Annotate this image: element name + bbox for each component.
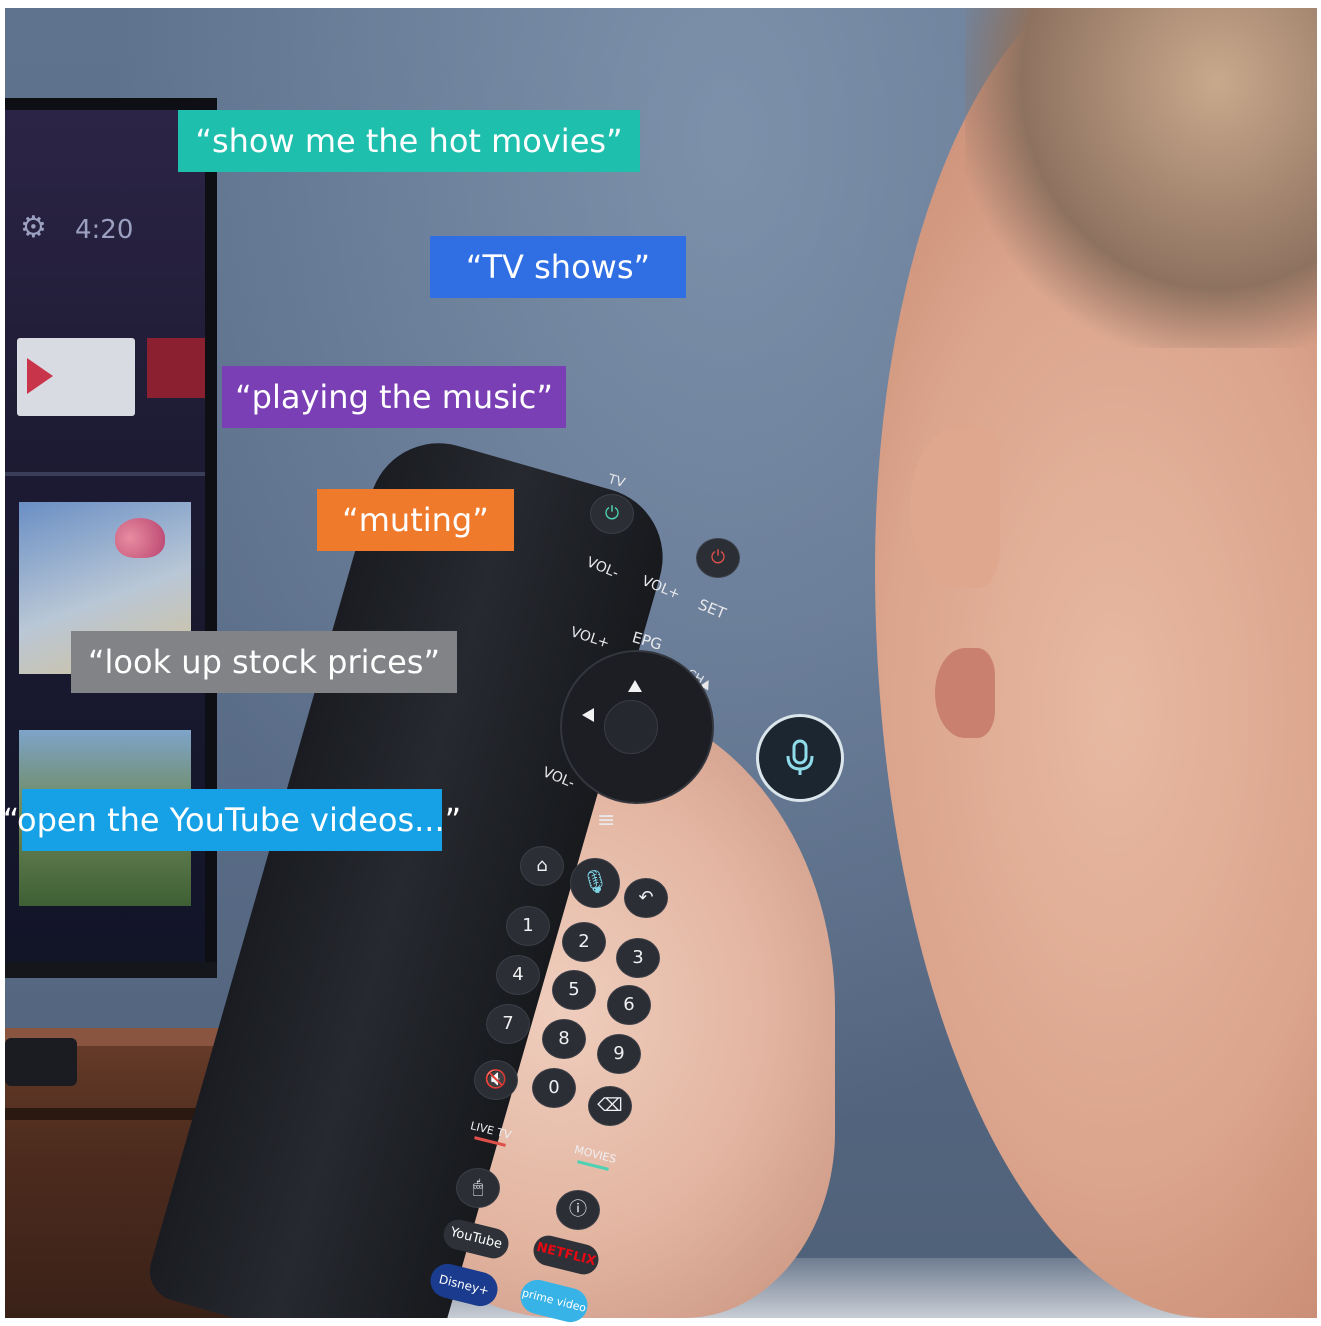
microphone-icon xyxy=(756,714,844,802)
remote-mic-button[interactable]: 🎙 xyxy=(570,858,620,908)
ok-button[interactable] xyxy=(604,700,658,754)
digit-3[interactable]: 3 xyxy=(616,938,660,978)
speech-bubble-music: “playing the music” xyxy=(222,366,566,428)
butterfly-image xyxy=(115,518,165,558)
mute-button[interactable]: 🔇 xyxy=(474,1060,518,1100)
speech-bubble-tv-shows: “TV shows” xyxy=(430,236,686,298)
mouse-icon[interactable]: 🖱 xyxy=(456,1168,500,1208)
speech-bubble-youtube: “open the YouTube videos...” xyxy=(3,789,461,851)
digit-5[interactable]: 5 xyxy=(552,970,596,1010)
tv-app-card-red xyxy=(147,338,205,398)
digit-8[interactable]: 8 xyxy=(542,1019,586,1059)
left-arrow-icon[interactable] xyxy=(582,708,594,722)
mic-glyph xyxy=(786,739,814,775)
lips xyxy=(935,648,995,738)
power-button[interactable]: ⏻ xyxy=(696,538,740,578)
menu-icon[interactable]: ≡ xyxy=(597,808,615,833)
info-icon[interactable]: ⓘ xyxy=(556,1190,600,1230)
digit-0[interactable]: 0 xyxy=(532,1068,576,1108)
speech-bubble-stock-prices: “look up stock prices” xyxy=(71,631,457,693)
digit-2[interactable]: 2 xyxy=(562,922,606,962)
back-button[interactable]: ↶ xyxy=(624,878,668,918)
home-button[interactable]: ⌂ xyxy=(520,846,564,886)
tv-box xyxy=(5,1038,77,1086)
digit-1[interactable]: 1 xyxy=(506,906,550,946)
hair xyxy=(965,8,1317,348)
digit-4[interactable]: 4 xyxy=(496,955,540,995)
digit-6[interactable]: 6 xyxy=(607,985,651,1025)
delete-button[interactable]: ⌫ xyxy=(588,1086,632,1126)
digit-9[interactable]: 9 xyxy=(597,1034,641,1074)
speech-bubble-muting: “muting” xyxy=(317,489,514,551)
nose xyxy=(910,428,1000,588)
tv-bezel xyxy=(5,962,217,978)
up-arrow-icon[interactable] xyxy=(628,680,642,692)
speech-bubble-hot-movies: “show me the hot movies” xyxy=(178,110,640,172)
gear-icon: ⚙ xyxy=(20,210,47,245)
tv-power-button[interactable]: ⏻ xyxy=(590,494,634,534)
tv-clock: 4:20 xyxy=(75,215,134,245)
play-icon xyxy=(27,358,53,394)
digit-7[interactable]: 7 xyxy=(486,1004,530,1044)
tv-divider xyxy=(5,472,205,476)
